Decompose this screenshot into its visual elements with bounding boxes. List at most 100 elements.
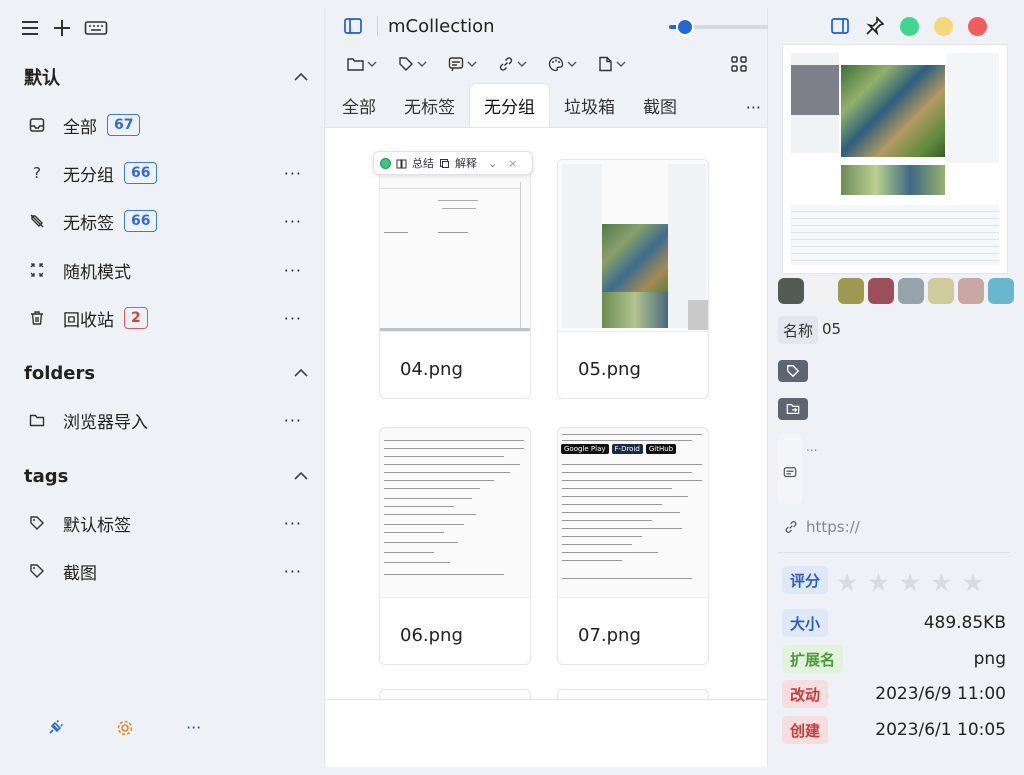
- link-filter-button[interactable]: [498, 56, 527, 72]
- tab-untagged[interactable]: 无标签: [390, 83, 469, 127]
- close-button[interactable]: [968, 16, 987, 36]
- color-swatch[interactable]: [838, 278, 864, 304]
- plus-icon[interactable]: [52, 18, 72, 38]
- sidebar-item-all[interactable]: 全部 67: [24, 105, 310, 145]
- sidebar-item-random[interactable]: 随机模式 ···: [24, 250, 310, 290]
- name-value[interactable]: 05: [822, 320, 841, 338]
- item-card[interactable]: Google Play F-Droid GitHub 07.png: [557, 427, 709, 665]
- panel-toggle-icon[interactable]: [830, 16, 850, 36]
- created-value: 2023/6/1 10:05: [875, 720, 1006, 740]
- keyboard-icon[interactable]: [84, 18, 108, 38]
- tabs-more-icon[interactable]: ···: [746, 98, 761, 117]
- note-area[interactable]: [778, 434, 802, 504]
- tab-trash[interactable]: 垃圾箱: [550, 83, 629, 127]
- color-swatch[interactable]: [988, 278, 1014, 304]
- color-filter-button[interactable]: [548, 56, 577, 72]
- chevron-up-icon[interactable]: [292, 467, 310, 485]
- section-title: folders: [24, 362, 96, 384]
- more-icon[interactable]: ···: [284, 309, 302, 328]
- image-preview: [782, 44, 1008, 274]
- sidebar-item-ungrouped[interactable]: ? 无分组 66 ···: [24, 153, 310, 193]
- tag-filter-button[interactable]: [398, 56, 427, 72]
- item-card[interactable]: 06.png: [379, 427, 531, 665]
- tag-off-icon: [28, 212, 46, 230]
- sidebar-item-screenshot-tag[interactable]: 截图 ···: [24, 551, 310, 591]
- github-badge: GitHub: [645, 444, 677, 454]
- summary-button[interactable]: 总结: [412, 155, 434, 171]
- card-thumbnail: [558, 160, 708, 332]
- sidebar-item-label: 全部: [63, 117, 97, 138]
- item-card[interactable]: [557, 689, 709, 699]
- card-filename: 06.png: [400, 625, 463, 646]
- section-header-tags[interactable]: tags: [24, 461, 310, 491]
- sidebar-item-trash[interactable]: 回收站 2 ···: [24, 298, 310, 338]
- sidebar-item-label: 默认标签: [63, 515, 131, 536]
- layout-grid-icon[interactable]: [729, 54, 749, 74]
- more-icon[interactable]: ···: [284, 261, 302, 280]
- name-label: 名称: [778, 316, 819, 344]
- plug-icon[interactable]: [46, 719, 64, 737]
- sidebar-footer: ···: [46, 718, 201, 737]
- tag-icon: [399, 57, 413, 71]
- chevron-up-icon[interactable]: [292, 364, 310, 382]
- tab-screenshot[interactable]: 截图: [629, 83, 691, 127]
- add-tag-button[interactable]: [778, 360, 808, 382]
- chevron-up-icon[interactable]: [292, 68, 310, 86]
- tab-ungrouped[interactable]: 无分组: [469, 83, 550, 127]
- inbox-icon: [28, 116, 46, 134]
- folder-filter-button[interactable]: [347, 57, 377, 72]
- more-icon[interactable]: ···: [284, 562, 302, 581]
- color-swatch[interactable]: [868, 278, 894, 304]
- star-icon[interactable]: ★: [899, 568, 921, 597]
- sidebar-item-default-tag[interactable]: 默认标签 ···: [24, 503, 310, 543]
- sidebar-item-label: 随机模式: [63, 262, 131, 283]
- card-action-bar: 总结 解释 ⌄ ×: [373, 151, 533, 175]
- add-folder-button[interactable]: [778, 398, 808, 420]
- count-badge: 66: [124, 210, 158, 232]
- more-icon[interactable]: ···: [284, 164, 302, 183]
- rating-stars[interactable]: ★ ★ ★ ★ ★: [836, 568, 993, 597]
- more-icon[interactable]: ···: [186, 718, 201, 737]
- more-icon[interactable]: ···: [284, 514, 302, 533]
- book-icon: [396, 159, 407, 168]
- more-icon[interactable]: ···: [284, 411, 302, 430]
- item-card[interactable]: 04.png: [379, 159, 531, 399]
- color-palette: [778, 278, 1014, 304]
- sidebar-item-browser-import[interactable]: 浏览器导入 ···: [24, 400, 310, 440]
- star-icon[interactable]: ★: [836, 568, 858, 597]
- explain-button[interactable]: 解释: [455, 155, 477, 171]
- section-header-folders[interactable]: folders: [24, 358, 310, 388]
- zoom-slider-handle[interactable]: [676, 18, 695, 36]
- maximize-button[interactable]: [900, 16, 919, 36]
- color-swatch[interactable]: [898, 278, 924, 304]
- chevron-down-icon: [417, 61, 427, 67]
- sidebar-item-untagged[interactable]: 无标签 66 ···: [24, 201, 310, 241]
- star-icon[interactable]: ★: [962, 568, 984, 597]
- more-icon[interactable]: ···: [284, 212, 302, 231]
- menu-icon[interactable]: [20, 18, 40, 38]
- close-icon[interactable]: ×: [508, 157, 517, 170]
- chevron-down-icon[interactable]: ⌄: [488, 157, 497, 170]
- minimize-button[interactable]: [934, 16, 953, 36]
- star-icon[interactable]: ★: [930, 568, 952, 597]
- note-filter-button[interactable]: [448, 56, 477, 72]
- sidebar-item-label: 无标签: [63, 213, 114, 234]
- copy-icon: [440, 158, 449, 168]
- link-icon: [499, 57, 513, 71]
- item-card[interactable]: [379, 689, 531, 699]
- url-input[interactable]: https://: [806, 518, 860, 536]
- color-swatch[interactable]: [808, 278, 834, 304]
- item-card[interactable]: 05.png: [557, 159, 709, 399]
- sidebar-toggle-icon[interactable]: [343, 16, 363, 36]
- gear-icon[interactable]: [116, 719, 134, 737]
- fdroid-badge: F-Droid: [611, 444, 643, 454]
- extension-label: 扩展名: [782, 645, 844, 673]
- color-swatch[interactable]: [958, 278, 984, 304]
- pin-icon[interactable]: [865, 16, 885, 36]
- section-header-default[interactable]: 默认: [24, 62, 310, 92]
- color-swatch[interactable]: [778, 278, 804, 304]
- star-icon[interactable]: ★: [867, 568, 889, 597]
- color-swatch[interactable]: [928, 278, 954, 304]
- file-filter-button[interactable]: [598, 56, 626, 72]
- tab-all[interactable]: 全部: [325, 83, 390, 127]
